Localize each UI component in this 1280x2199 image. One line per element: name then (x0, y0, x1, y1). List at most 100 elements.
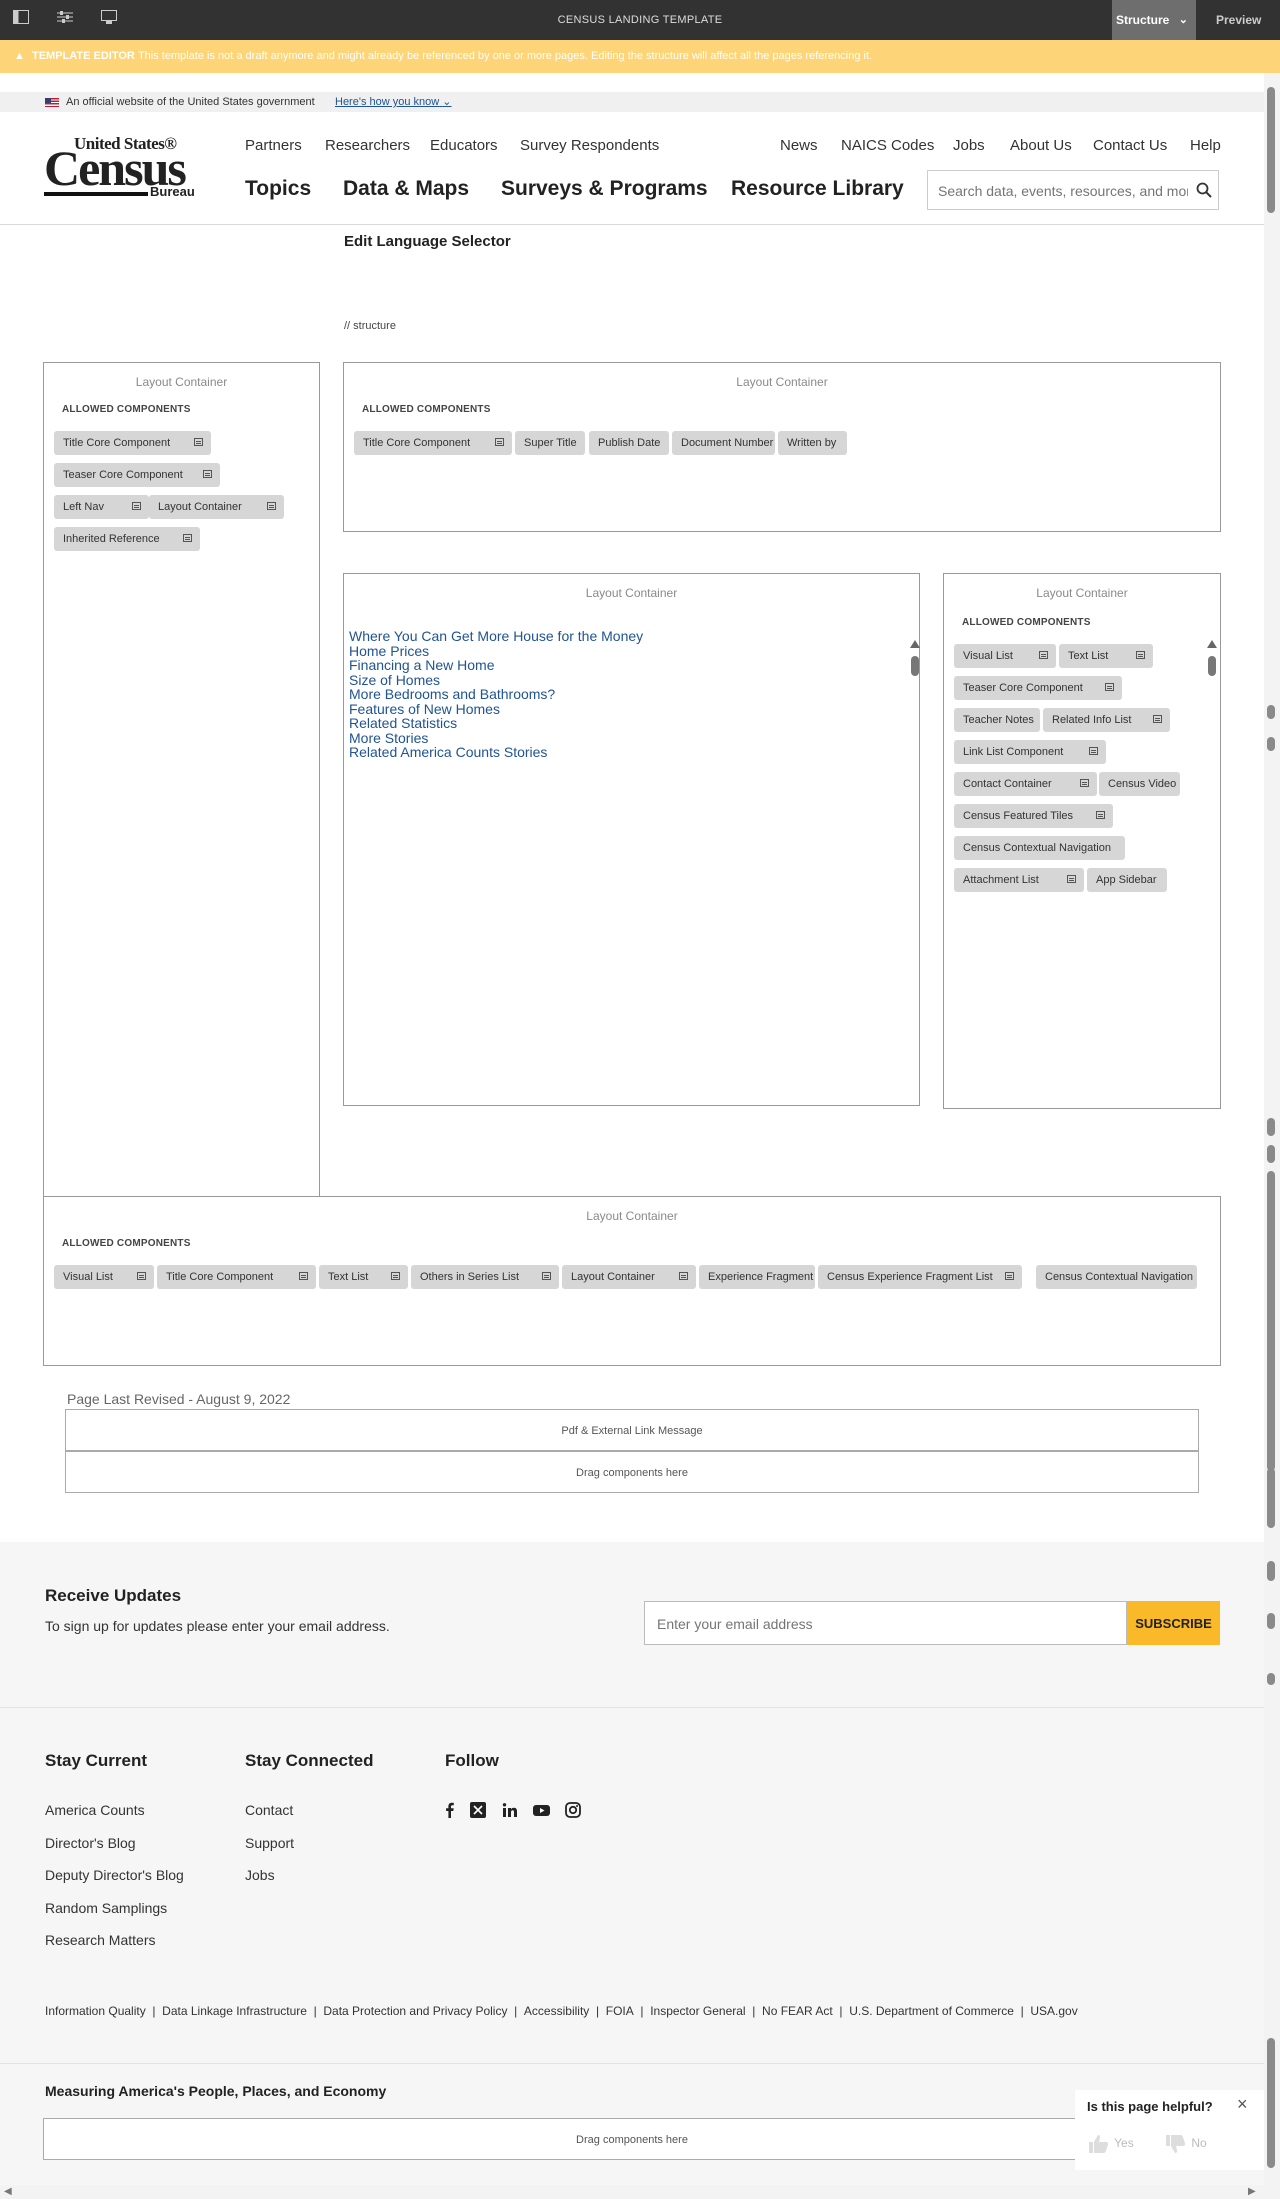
policy-icon[interactable] (1089, 747, 1098, 755)
preview-button[interactable]: Preview (1216, 0, 1261, 40)
toc-link[interactable]: More Bedrooms and Bathrooms? (349, 687, 555, 701)
layout-container-bottom[interactable]: Layout Container ALLOWED COMPONENTS Visu… (43, 1196, 1221, 1366)
feedback-yes-button[interactable]: Yes (1087, 2134, 1134, 2160)
component-chip[interactable]: Text List (319, 1265, 408, 1289)
toc-link[interactable]: Where You Can Get More House for the Mon… (349, 629, 643, 643)
component-chip[interactable]: Census Featured Tiles (954, 804, 1113, 828)
edit-language-selector[interactable]: Edit Language Selector (344, 233, 511, 250)
youtube-icon[interactable] (533, 1802, 551, 1820)
drag-components-dropzone[interactable]: Drag components here (43, 2118, 1221, 2160)
component-chip[interactable]: Layout Container (149, 495, 284, 519)
container-scrollbar[interactable] (909, 640, 921, 680)
component-chip[interactable]: App Sidebar (1087, 868, 1167, 892)
toc-link[interactable]: Size of Homes (349, 673, 440, 687)
policy-icon[interactable] (267, 502, 276, 510)
component-chip[interactable]: Text List (1059, 644, 1153, 668)
component-chip[interactable]: Document Number (672, 431, 775, 455)
component-chip[interactable]: Contact Container (954, 772, 1097, 796)
nav-contact-us[interactable]: Contact Us (1093, 137, 1167, 154)
search-input[interactable] (936, 179, 1190, 203)
layout-container-top[interactable]: Layout Container ALLOWED COMPONENTS Titl… (343, 362, 1221, 532)
nav-about-us[interactable]: About Us (1010, 137, 1072, 154)
search-icon[interactable] (1196, 182, 1212, 203)
footer-link-america-counts[interactable]: America Counts (45, 1802, 145, 1818)
nav-news[interactable]: News (780, 137, 818, 154)
component-chip[interactable]: Census Contextual Navigation (954, 836, 1125, 860)
toc-link[interactable]: Features of New Homes (349, 702, 500, 716)
policy-icon[interactable] (203, 470, 212, 478)
toc-link[interactable]: More Stories (349, 731, 428, 745)
component-chip[interactable]: Census Experience Fragment List (818, 1265, 1022, 1289)
legal-link[interactable]: Accessibility (524, 2004, 589, 2018)
policy-icon[interactable] (1067, 875, 1076, 883)
container-scrollbar[interactable] (1206, 640, 1218, 680)
heres-how-you-know-link[interactable]: Here's how you know ⌄ (335, 92, 452, 112)
component-chip[interactable]: Visual List (54, 1265, 154, 1289)
legal-link[interactable]: USA.gov (1030, 2004, 1077, 2018)
facebook-icon[interactable] (443, 1802, 461, 1820)
policy-icon[interactable] (1005, 1272, 1014, 1280)
footer-link-support[interactable]: Support (245, 1835, 294, 1851)
nav-researchers[interactable]: Researchers (325, 137, 410, 154)
policy-icon[interactable] (137, 1272, 146, 1280)
nav-help[interactable]: Help (1190, 137, 1221, 154)
component-chip[interactable]: Link List Component (954, 740, 1106, 764)
legal-link[interactable]: Information Quality (45, 2004, 146, 2018)
scroll-left-icon[interactable]: ◀ (4, 2186, 12, 2197)
drag-components-dropzone[interactable]: Drag components here (65, 1451, 1199, 1493)
component-chip[interactable]: Teaser Core Component (954, 676, 1122, 700)
policy-icon[interactable] (194, 438, 203, 446)
scroll-up-icon[interactable] (1207, 640, 1217, 648)
toc-link[interactable]: Financing a New Home (349, 658, 495, 672)
policy-icon[interactable] (495, 438, 504, 446)
linkedin-icon[interactable] (502, 1802, 520, 1820)
feedback-no-button[interactable]: No (1164, 2134, 1207, 2160)
toc-link[interactable]: Related America Counts Stories (349, 745, 547, 759)
component-chip[interactable]: Teacher Notes (954, 708, 1040, 732)
census-logo[interactable]: United States® Census Bureau (44, 134, 206, 204)
footer-link-jobs[interactable]: Jobs (245, 1867, 275, 1883)
pdf-external-link-message[interactable]: Pdf & External Link Message (65, 1409, 1199, 1451)
legal-link[interactable]: U.S. Department of Commerce (849, 2004, 1014, 2018)
policy-icon[interactable] (679, 1272, 688, 1280)
footer-link-deputy-directors-blog[interactable]: Deputy Director's Blog (45, 1867, 184, 1883)
scroll-right-icon[interactable]: ▶ (1248, 2186, 1256, 2197)
nav-data-maps[interactable]: Data & Maps (343, 177, 469, 201)
nav-jobs[interactable]: Jobs (953, 137, 985, 154)
toc-link[interactable]: Related Statistics (349, 716, 457, 730)
policy-icon[interactable] (183, 534, 192, 542)
scroll-up-icon[interactable] (910, 640, 920, 648)
policy-icon[interactable] (132, 502, 141, 510)
legal-link[interactable]: Data Protection and Privacy Policy (323, 2004, 507, 2018)
component-chip[interactable]: Layout Container (562, 1265, 696, 1289)
component-chip[interactable]: Attachment List (954, 868, 1084, 892)
nav-resource-library[interactable]: Resource Library (731, 177, 904, 201)
policy-icon[interactable] (391, 1272, 400, 1280)
nav-naics-codes[interactable]: NAICS Codes (841, 137, 934, 154)
component-chip[interactable]: Visual List (954, 644, 1056, 668)
component-chip[interactable]: Teaser Core Component (54, 463, 220, 487)
component-chip[interactable]: Inherited Reference (54, 527, 200, 551)
layout-container-middle[interactable]: Layout Container (343, 573, 920, 1106)
nav-partners[interactable]: Partners (245, 137, 302, 154)
component-chip[interactable]: Written by (778, 431, 847, 455)
footer-link-directors-blog[interactable]: Director's Blog (45, 1835, 136, 1851)
email-field[interactable] (655, 1613, 1119, 1635)
component-chip[interactable]: Others in Series List (411, 1265, 559, 1289)
component-chip[interactable]: Title Core Component (157, 1265, 316, 1289)
policy-icon[interactable] (1153, 715, 1162, 723)
layout-container-right[interactable]: Layout Container ALLOWED COMPONENTS Visu… (943, 573, 1221, 1109)
component-chip[interactable]: Super Title (515, 431, 585, 455)
policy-icon[interactable] (299, 1272, 308, 1280)
horizontal-scrollbar[interactable]: ◀ ▶ (0, 2185, 1264, 2199)
component-chip[interactable]: Title Core Component (354, 431, 512, 455)
subscribe-button[interactable]: SUBSCRIBE (1127, 1601, 1220, 1645)
component-chip[interactable]: Title Core Component (54, 431, 211, 455)
nav-survey-respondents[interactable]: Survey Respondents (520, 137, 659, 154)
component-chip[interactable]: Publish Date (589, 431, 669, 455)
component-chip[interactable]: Census Video (1099, 772, 1180, 796)
close-icon[interactable]: × (1237, 2094, 1248, 2115)
footer-link-research-matters[interactable]: Research Matters (45, 1932, 155, 1948)
component-chip[interactable]: Left Nav (54, 495, 149, 519)
policy-icon[interactable] (1039, 651, 1048, 659)
